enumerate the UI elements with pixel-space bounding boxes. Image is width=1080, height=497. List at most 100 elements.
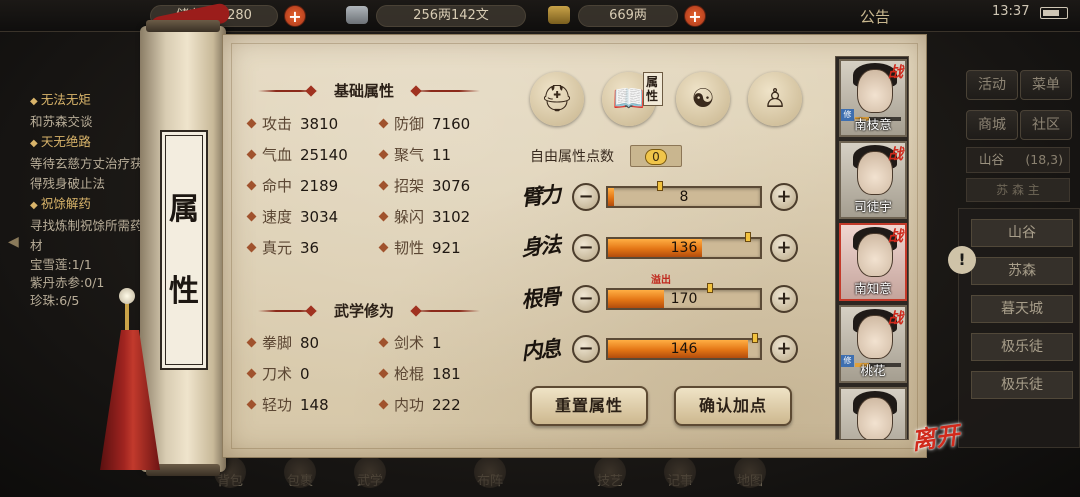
tab-equipment[interactable]: ⛑ — [530, 72, 584, 126]
gold-add-button[interactable]: + — [684, 5, 706, 27]
martial-title: 武学修为 — [333, 302, 394, 320]
confirm-points-button[interactable]: 确认加点 — [674, 386, 792, 426]
location-coordinates: (18,3) — [1025, 152, 1063, 167]
shop-button[interactable]: 商城 — [966, 110, 1018, 140]
location-sub: 苏 森 主 — [966, 178, 1070, 202]
stat-toughness: 韧性 921 — [378, 237, 461, 259]
constitution-minus-button[interactable]: − — [572, 285, 600, 313]
tassel-bead — [119, 288, 135, 304]
agility-plus-button[interactable]: + — [770, 234, 798, 262]
battle-badge: 战 — [887, 145, 903, 163]
collapse-left-icon[interactable]: ◀ — [8, 234, 22, 256]
announcement-button[interactable]: 公告 — [860, 6, 890, 27]
location-item[interactable]: 极乐徒 — [971, 333, 1073, 361]
gold-icon — [548, 6, 570, 24]
stat-dodge: 躲闪 3102 — [378, 206, 470, 228]
constitution-value: 170 — [670, 291, 698, 307]
location-item[interactable]: 苏森 — [971, 257, 1073, 285]
nav-martial[interactable]: 武学 — [340, 452, 400, 497]
bagua-icon: ☯ — [691, 84, 715, 114]
scroll-title-plate: 属 性 — [160, 130, 208, 370]
party-member[interactable]: 战 修 南枝意 — [839, 59, 907, 137]
stat-true-essence: 真元 36 — [246, 237, 319, 259]
location-name: 山谷 (18,3) — [966, 147, 1070, 173]
bag-add-button[interactable]: + — [284, 5, 306, 27]
quest-title[interactable]: 无法无矩 — [30, 90, 150, 112]
party-member[interactable] — [839, 387, 907, 439]
basic-attributes-title: 基础属性 — [333, 82, 394, 100]
breath-value: 146 — [670, 341, 698, 357]
quest-title[interactable]: 天无绝路 — [30, 132, 150, 154]
menu-button[interactable]: 菜单 — [1020, 70, 1072, 100]
tab-attributes-label: 属性 — [643, 72, 663, 106]
strength-bar: 8 — [606, 181, 762, 208]
scroll-title-char: 属 — [169, 192, 199, 227]
community-button[interactable]: 社区 — [1020, 110, 1072, 140]
quest-body: 和苏森交谈 — [30, 114, 93, 129]
agility-minus-button[interactable]: − — [572, 234, 600, 262]
gold-amount: 669两 — [578, 5, 678, 27]
stat-gather-qi: 聚气 11 — [378, 144, 451, 166]
party-list: 战 修 南枝意 战 司徒宇 战 南知意 战 修 桃花 — [835, 56, 909, 440]
member-name: 南知意 — [854, 281, 892, 296]
battle-badge: 战 — [887, 63, 903, 81]
quest-progress: 宝雪莲:1/1 — [30, 257, 92, 272]
overflow-label: 溢出 — [651, 275, 671, 286]
quest-body: 等待玄慈方丈治疗获得残身破止法 — [30, 156, 143, 191]
location-item[interactable]: 山谷 — [971, 219, 1073, 247]
attr-name-breath: 内息 — [520, 335, 561, 365]
tab-bagua[interactable]: ☯ — [676, 72, 730, 126]
agility-bar: 136 — [606, 232, 762, 259]
stat-fist: 拳脚 80 — [246, 332, 319, 354]
stat-sword: 剑术 1 — [378, 332, 442, 354]
location-item[interactable]: 极乐徒 — [971, 371, 1073, 399]
location-item[interactable]: 暮天城 — [971, 295, 1073, 323]
leave-button[interactable]: 离开 — [909, 415, 965, 468]
stat-blade: 刀术 0 — [246, 363, 310, 385]
free-points-value: 0 — [645, 149, 667, 165]
nav-package[interactable]: 包裹 — [270, 452, 330, 497]
constitution-plus-button[interactable]: + — [770, 285, 798, 313]
breath-minus-button[interactable]: − — [572, 335, 600, 363]
portrait — [857, 397, 893, 439]
quest-title[interactable]: 祝馀解药 — [30, 194, 150, 216]
battle-badge: 战 — [887, 309, 903, 327]
agility-value: 136 — [670, 240, 698, 256]
nav-map[interactable]: 地图 — [720, 452, 780, 497]
stat-hp: 气血 25140 — [246, 144, 348, 166]
nav-formation[interactable]: 布阵 — [460, 452, 520, 497]
clock: 13:37 — [992, 4, 1030, 19]
scroll-title-char: 性 — [169, 274, 199, 309]
quest-body: 寻找炼制祝馀所需药材 — [30, 218, 143, 253]
stat-attack: 攻击 3810 — [246, 113, 338, 135]
party-member[interactable]: 战 修 桃花 — [839, 305, 907, 383]
quest-log[interactable]: 无法无矩 和苏森交谈 天无绝路 等待玄慈方丈治疗获得残身破止法 祝馀解药 寻找炼… — [30, 90, 150, 310]
free-points-box: 0 — [630, 145, 682, 167]
party-member-selected[interactable]: 战 南知意 — [839, 223, 907, 301]
attr-name-strength: 臂力 — [520, 181, 561, 211]
member-name: 南枝意 — [854, 117, 892, 132]
stat-speed: 速度 3034 — [246, 206, 338, 228]
activity-button[interactable]: 活动 — [966, 70, 1018, 100]
nav-journal[interactable]: 记事 — [650, 452, 710, 497]
party-member[interactable]: 战 司徒宇 — [839, 141, 907, 219]
alert-icon[interactable]: ! — [948, 246, 976, 274]
nav-skills[interactable]: 技艺 — [580, 452, 640, 497]
member-name: 司徒宇 — [854, 199, 892, 214]
tab-meridians[interactable]: ♙ — [748, 72, 802, 126]
battery-icon — [1040, 7, 1068, 19]
scroll-cap-top — [146, 20, 220, 32]
strength-minus-button[interactable]: − — [572, 183, 600, 211]
strength-value: 8 — [679, 189, 689, 205]
strength-plus-button[interactable]: + — [770, 183, 798, 211]
silver-icon — [346, 6, 368, 24]
reset-attributes-button[interactable]: 重置属性 — [530, 386, 648, 426]
stat-accuracy: 命中 2189 — [246, 175, 338, 197]
stat-lightness: 轻功 148 — [246, 394, 329, 416]
stat-parry: 招架 3076 — [378, 175, 470, 197]
stat-defense: 防御 7160 — [378, 113, 470, 135]
breath-plus-button[interactable]: + — [770, 335, 798, 363]
constitution-bar: 170 — [606, 283, 762, 310]
breath-bar: 146 — [606, 333, 762, 360]
member-name: 桃花 — [860, 363, 886, 378]
